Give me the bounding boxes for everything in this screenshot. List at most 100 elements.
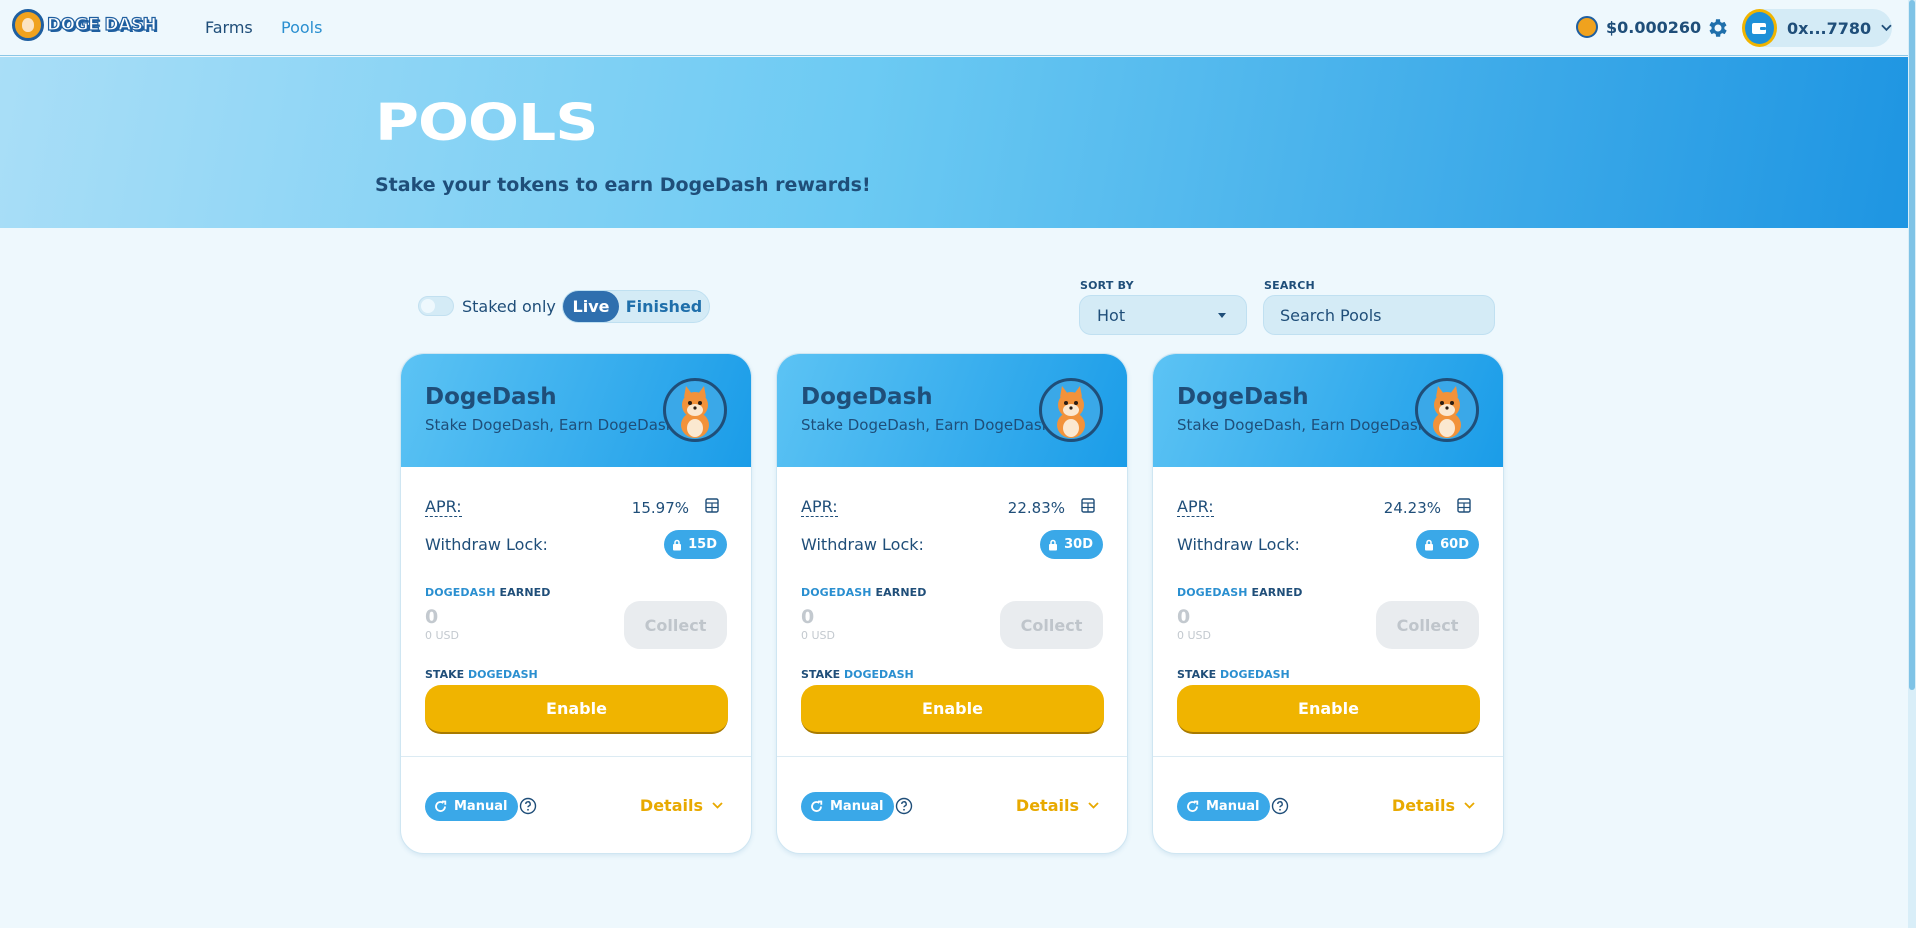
- withdraw-lock-badge: 30D: [1040, 530, 1103, 559]
- withdraw-lock-label: Withdraw Lock:: [801, 535, 924, 554]
- pool-subtitle: Stake DogeDash, Earn DogeDash: [801, 416, 1052, 434]
- wallet-icon: [1742, 9, 1777, 47]
- pool-title: DogeDash: [801, 384, 933, 410]
- earned-amount: 0: [1177, 606, 1191, 628]
- card-divider: [777, 756, 1127, 757]
- staked-only-toggle[interactable]: [418, 296, 454, 316]
- manual-label: Manual: [454, 799, 508, 814]
- apr-label[interactable]: APR:: [425, 498, 462, 517]
- withdraw-lock-value: 15D: [688, 537, 717, 552]
- page-title: POOLS: [375, 93, 598, 153]
- nav-farms[interactable]: Farms: [205, 18, 253, 37]
- withdraw-lock-label: Withdraw Lock:: [425, 535, 548, 554]
- details-toggle[interactable]: Details: [640, 796, 723, 815]
- pool-title: DogeDash: [425, 384, 557, 410]
- details-label: Details: [639, 796, 703, 815]
- withdraw-lock-label: Withdraw Lock:: [1177, 535, 1300, 554]
- stake-label: STAKE DOGEDASH: [425, 668, 538, 681]
- pool-card-header: DogeDash Stake DogeDash, Earn DogeDash: [401, 354, 751, 467]
- apr-value: 24.23%: [1383, 499, 1441, 517]
- stake-label: STAKE DOGEDASH: [1177, 668, 1290, 681]
- nav-pools[interactable]: Pools: [281, 18, 322, 37]
- refresh-icon: [811, 800, 823, 812]
- collect-button[interactable]: Collect: [624, 601, 727, 649]
- earned-label: DOGEDASH EARNED: [425, 586, 551, 599]
- calculator-icon[interactable]: [1457, 498, 1471, 513]
- page-subtitle: Stake your tokens to earn DogeDash rewar…: [375, 174, 871, 196]
- pool-card-header: DogeDash Stake DogeDash, Earn DogeDash: [777, 354, 1127, 467]
- details-label: Details: [1391, 796, 1455, 815]
- earned-amount: 0: [801, 606, 815, 628]
- pool-card-header: DogeDash Stake DogeDash, Earn DogeDash: [1153, 354, 1503, 467]
- chevron-down-icon: [1464, 802, 1475, 809]
- apr-value: 15.97%: [631, 499, 689, 517]
- toggle-knob: [421, 299, 435, 313]
- lock-icon: [673, 539, 682, 550]
- doge-token-icon: [663, 378, 727, 442]
- card-divider: [1153, 756, 1503, 757]
- logo-text: DOGE DASH: [46, 14, 157, 35]
- search-label: SEARCH: [1264, 279, 1315, 292]
- scrollbar-thumb[interactable]: [1909, 0, 1915, 690]
- details-label: Details: [1015, 796, 1079, 815]
- doge-token-icon: [1415, 378, 1479, 442]
- withdraw-lock-value: 30D: [1064, 537, 1093, 552]
- earned-label: DOGEDASH EARNED: [801, 586, 927, 599]
- lock-icon: [1049, 539, 1058, 550]
- manual-badge: Manual: [425, 792, 519, 821]
- card-divider: [401, 756, 751, 757]
- sort-by-label: SORT BY: [1080, 279, 1134, 292]
- live-finished-switch: Live Finished: [562, 290, 710, 323]
- chevron-down-icon: [712, 802, 723, 809]
- token-price-value: $0.000260: [1606, 17, 1702, 37]
- earned-usd: 0 USD: [1177, 629, 1211, 642]
- apr-label[interactable]: APR:: [801, 498, 838, 517]
- help-icon[interactable]: [519, 797, 537, 815]
- withdraw-lock-badge: 15D: [664, 530, 727, 559]
- manual-badge: Manual: [1177, 792, 1271, 821]
- doge-coin-icon: [1576, 16, 1598, 38]
- token-price: $0.000260: [1576, 16, 1701, 38]
- chevron-down-icon: [1088, 802, 1099, 809]
- gear-icon[interactable]: [1706, 16, 1730, 40]
- help-icon[interactable]: [1271, 797, 1289, 815]
- tab-finished[interactable]: Finished: [619, 291, 709, 322]
- pool-subtitle: Stake DogeDash, Earn DogeDash: [425, 416, 676, 434]
- manual-badge: Manual: [801, 792, 895, 821]
- sort-value: Hot: [1097, 305, 1126, 325]
- tab-live[interactable]: Live: [563, 291, 619, 322]
- calculator-icon[interactable]: [705, 498, 719, 513]
- calculator-icon[interactable]: [1081, 498, 1095, 513]
- collect-button[interactable]: Collect: [1000, 601, 1103, 649]
- pool-title: DogeDash: [1177, 384, 1309, 410]
- hero-banner: POOLS Stake your tokens to earn DogeDash…: [0, 57, 1908, 228]
- enable-button[interactable]: Enable: [1177, 685, 1480, 734]
- details-toggle[interactable]: Details: [1016, 796, 1099, 815]
- logo[interactable]: DOGE DASH: [12, 9, 157, 41]
- withdraw-lock-badge: 60D: [1416, 530, 1479, 559]
- top-navbar: DOGE DASH Farms Pools $0.000260 0x...778…: [0, 0, 1908, 56]
- apr-label[interactable]: APR:: [1177, 498, 1214, 517]
- caret-down-icon: [1218, 313, 1226, 318]
- pool-card: DogeDash Stake DogeDash, Earn DogeDash A…: [400, 353, 752, 854]
- pool-subtitle: Stake DogeDash, Earn DogeDash: [1177, 416, 1428, 434]
- apr-value: 22.83%: [1007, 499, 1065, 517]
- search-input[interactable]: [1263, 295, 1495, 335]
- help-icon[interactable]: [895, 797, 913, 815]
- earned-usd: 0 USD: [425, 629, 459, 642]
- manual-label: Manual: [1206, 799, 1260, 814]
- doge-token-icon: [1039, 378, 1103, 442]
- wallet-button[interactable]: 0x...7780: [1742, 9, 1892, 47]
- earned-amount: 0: [425, 606, 439, 628]
- manual-label: Manual: [830, 799, 884, 814]
- stake-label: STAKE DOGEDASH: [801, 668, 914, 681]
- sort-select[interactable]: Hot: [1079, 295, 1247, 335]
- enable-button[interactable]: Enable: [801, 685, 1104, 734]
- details-toggle[interactable]: Details: [1392, 796, 1475, 815]
- enable-button[interactable]: Enable: [425, 685, 728, 734]
- earned-usd: 0 USD: [801, 629, 835, 642]
- collect-button[interactable]: Collect: [1376, 601, 1479, 649]
- staked-only-label: Staked only: [462, 297, 556, 316]
- withdraw-lock-value: 60D: [1440, 537, 1469, 552]
- wallet-address: 0x...7780: [1786, 18, 1872, 38]
